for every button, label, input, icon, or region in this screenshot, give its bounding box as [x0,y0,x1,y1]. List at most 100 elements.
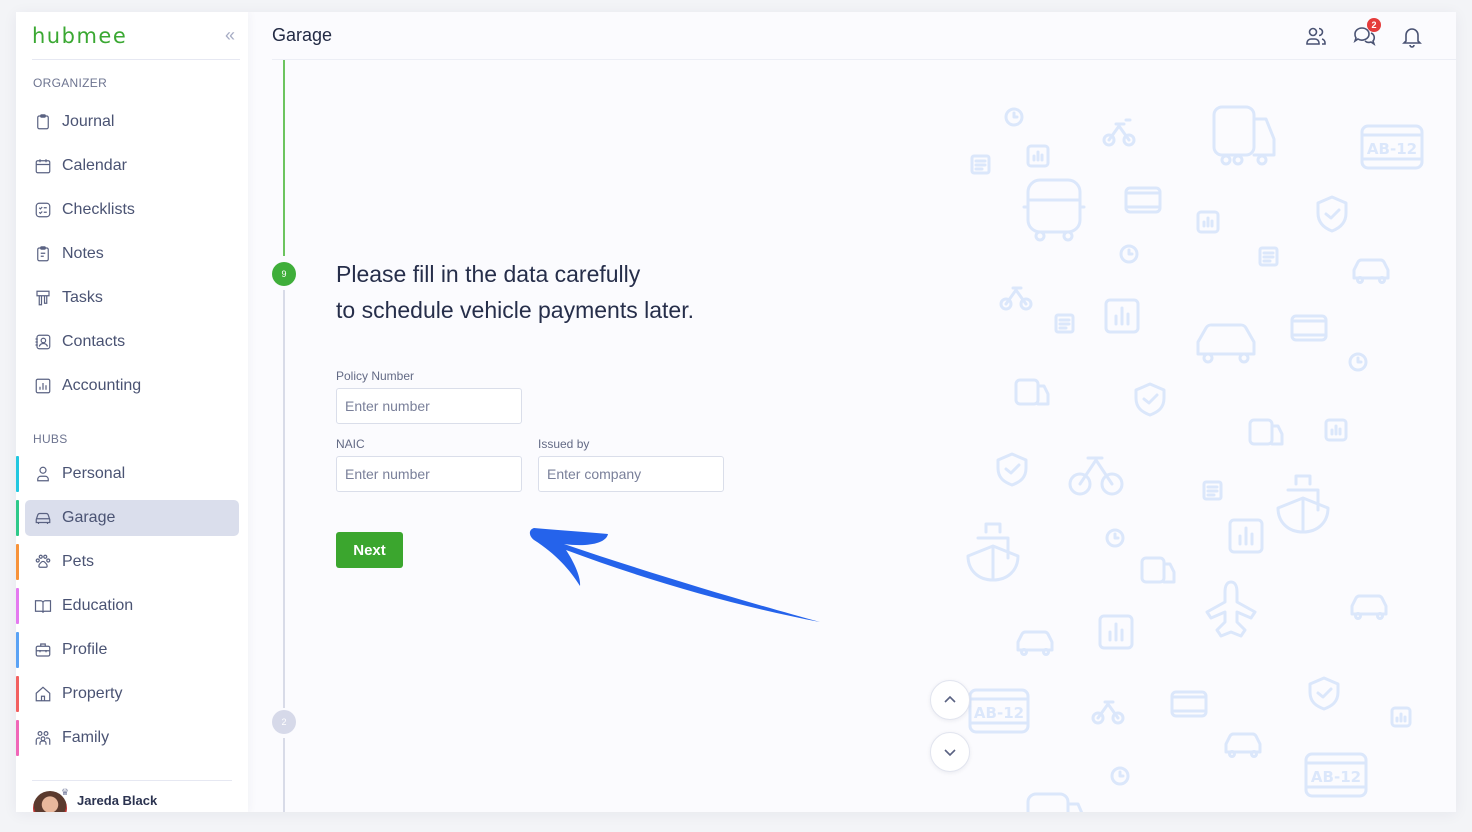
alarm-clock-icon [1004,107,1024,127]
paw-icon [34,553,52,571]
svg-text:AB-12: AB-12 [1311,768,1361,786]
collapse-sidebar-icon[interactable]: « [220,25,240,46]
chevron-down-icon [944,749,956,757]
sidebar-item-label: Pets [62,553,95,570]
sidebar-item-journal[interactable]: Journal [25,104,239,140]
briefcase-icon [34,641,52,659]
sidebar-item-label: Notes [62,245,104,262]
sidebar-item-label: Journal [62,113,115,130]
car-icon [1196,323,1256,364]
sidebar-item-garage[interactable]: Garage [25,500,239,536]
arrow-shape [529,528,820,622]
checklist-icon [34,201,52,219]
contacts-icon [34,333,52,351]
bicycle-icon [1102,118,1136,147]
hub-color-bar [16,456,19,492]
shield-icon [1308,676,1340,711]
naic-label: NAIC [336,437,365,451]
sidebar-item-calendar[interactable]: Calendar [25,148,239,184]
sidebar-item-label: Property [62,685,123,702]
next-button[interactable]: Next [336,532,403,568]
headline-line-2: to schedule vehicle payments later. [336,297,694,323]
scroll-down-button[interactable] [930,732,970,772]
sidebar-item-family[interactable]: Family [25,720,239,756]
car-icon [1016,630,1054,656]
family-icon [34,729,52,747]
hub-color-bar [16,500,19,536]
chart-icon [1026,144,1050,168]
airplane-icon [1205,580,1257,638]
shield-icon [996,452,1028,487]
scroll-up-button[interactable] [930,680,970,720]
headline-line-1: Please fill in the data carefully [336,261,641,287]
sidebar-item-tasks[interactable]: Tasks [25,280,239,316]
sidebar-item-education[interactable]: Education [25,588,239,624]
next-step-marker[interactable]: 2 [272,710,296,734]
sidebar-item-checklists[interactable]: Checklists [25,192,239,228]
crown-icon: ♛ [61,787,70,797]
issued-by-input[interactable] [538,456,724,492]
bell-icon[interactable] [1398,22,1426,50]
hub-color-bar [16,588,19,624]
sidebar-item-label: Contacts [62,333,126,350]
sidebar-item-contacts[interactable]: Contacts [25,324,239,360]
timeline-progress-line [283,60,285,256]
sidebar-item-accounting[interactable]: Accounting [25,368,239,404]
sidebar-item-pets[interactable]: Pets [25,544,239,580]
hub-color-bar [16,632,19,668]
chat-icon[interactable]: 2 [1350,18,1381,50]
hub-color-bar [16,720,19,756]
calendar-icon [34,157,52,175]
page-title: Garage [272,25,333,45]
truck-icon [1212,105,1276,166]
user-profile[interactable]: ♛ Jareda Black [32,780,232,812]
hubs-label: HUBS [33,432,68,446]
logo[interactable]: hubmee [32,24,127,48]
alarm-clock-icon [1110,766,1130,786]
sidebar-item-property[interactable]: Property [25,676,239,712]
license-plate-icon [1290,314,1328,342]
bicycle-icon [1091,700,1125,725]
bus-icon [1022,178,1086,242]
shield-icon [1316,195,1348,233]
sidebar-item-notes[interactable]: Notes [25,236,239,272]
timeline-line [283,738,285,812]
people-icon[interactable] [1302,22,1330,50]
timeline-line [283,290,285,708]
alarm-clock-icon [1119,244,1139,264]
app-window: hubmee « ORGANIZER Journal Calendar Chec… [16,12,1456,812]
logo-row: hubmee « [32,12,240,60]
issued-by-label: Issued by [538,437,590,451]
chart-icon [1104,298,1140,334]
sidebar-item-personal[interactable]: Personal [25,456,239,492]
license-plate-icon: AB-12 [968,688,1030,734]
tasks-icon [34,289,52,307]
receipt-icon [1054,313,1075,334]
person-icon [34,465,52,483]
sidebar-item-label: Tasks [62,289,103,306]
ship-icon [1276,474,1330,534]
naic-input[interactable] [336,456,522,492]
current-step-marker: 9 [272,262,296,286]
chart-icon [1098,614,1134,650]
home-icon [34,685,52,703]
sidebar-item-profile[interactable]: Profile [25,632,239,668]
policy-number-label: Policy Number [336,369,415,383]
bicycle-icon [1068,456,1124,496]
annotation-arrow [529,528,820,622]
notes-icon [34,245,52,263]
alarm-clock-icon [1348,352,1368,372]
receipt-icon [970,154,991,175]
receipt-icon [1258,246,1279,267]
book-icon [34,597,52,615]
truck-icon [1140,556,1176,584]
hub-color-bar [16,544,19,580]
truck-icon [1248,418,1284,446]
svg-text:AB-12: AB-12 [1367,140,1417,158]
clipboard-icon [34,113,52,131]
sidebar-item-label: Profile [62,641,108,658]
alarm-clock-icon [1105,528,1125,548]
policy-number-input[interactable] [336,388,522,424]
form-headline: Please fill in the data carefully to sch… [336,256,694,328]
chart-icon [1196,210,1220,234]
